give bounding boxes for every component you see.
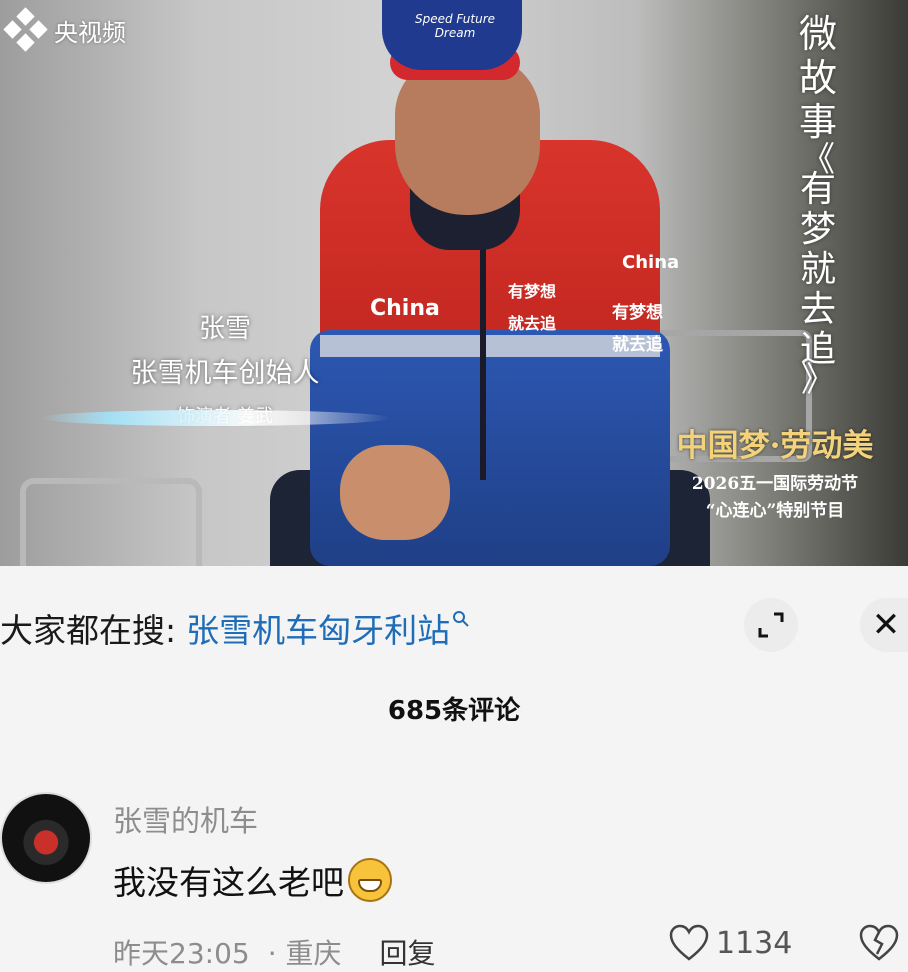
dislike-button[interactable] (858, 924, 900, 966)
jacket-text-dream-left: 有梦想 (508, 282, 557, 301)
jacket-text-china-right: China (622, 252, 680, 273)
channel-logo: 央视频 (3, 7, 126, 52)
comment-time: 昨天23:05 (113, 937, 250, 970)
event-line2: “心连心”特别节目 (705, 501, 845, 521)
reply-button[interactable]: 回复 (380, 932, 436, 972)
series-name-char: 去 (799, 289, 836, 330)
event-title: 中国梦·劳动美 (676, 428, 874, 464)
trending-search[interactable]: 大家都在搜: 张雪机车匈牙利站 (0, 604, 470, 652)
jacket-text-dream: 有梦想 (612, 303, 663, 323)
actor-figure: Speed Future Dream China 有梦想 就去追 China 有… (250, 0, 720, 566)
series-name-char: 《 (801, 140, 835, 180)
cap-text-line2: Dream (434, 26, 476, 40)
search-icon[interactable] (452, 609, 470, 633)
series-name-char: 梦 (799, 209, 836, 250)
series-name-char: 就 (799, 249, 836, 290)
close-button[interactable]: ✕ (860, 598, 908, 652)
role-title: 张雪机车创始人 (130, 358, 320, 389)
search-query-link[interactable]: 张雪机车匈牙利站 (186, 604, 450, 652)
broken-heart-icon (859, 924, 899, 961)
series-title: 微故事 (788, 12, 848, 144)
cap-text: Speed Future Dream (410, 12, 500, 40)
figure-hands (340, 445, 450, 540)
grinning-emoji-icon (348, 858, 392, 902)
jacket-text-chase: 就去追 (612, 335, 663, 355)
comment-count: 685条评论 (387, 696, 521, 726)
series-title-vertical: 微故事 《 有 梦 就 去 追 》 (788, 12, 848, 400)
role-name: 张雪 (198, 314, 251, 344)
close-icon: ✕ (871, 605, 901, 645)
like-button[interactable]: 1134 (668, 924, 792, 962)
channel-logo-text: 央视频 (54, 18, 126, 47)
comment-location: · 重庆 (267, 937, 342, 970)
video-player[interactable]: 央视频 Speed Future Dream China 有梦想 就去追 Chi… (0, 0, 908, 566)
jacket-text-chase-left: 就去追 (508, 314, 557, 333)
series-name-char: 有 (799, 169, 836, 210)
comment-meta: 昨天23:05 · 重庆 回复 (113, 932, 436, 972)
comment-username[interactable]: 张雪的机车 (113, 798, 258, 840)
caption-wave-decoration (40, 410, 390, 426)
search-prefix: 大家都在搜: (0, 611, 177, 650)
series-title-text: 微故事 (798, 12, 837, 144)
comment-body: 我没有这么老吧 (113, 863, 344, 902)
like-count: 1134 (716, 925, 793, 961)
series-name: 《 有 梦 就 去 追 》 (788, 140, 848, 400)
event-caption: 中国梦·劳动美 2026五一国际劳动节 “心连心”特别节目 (660, 420, 890, 521)
bench-armrest (20, 478, 202, 566)
expand-button[interactable] (744, 598, 798, 652)
comments-panel: 大家都在搜: 张雪机车匈牙利站 ✕ 685条评论 张雪的机车 我没有这么老吧 昨… (0, 566, 908, 970)
heart-icon (669, 924, 709, 961)
cctv-logo-icon (3, 7, 48, 52)
event-line1: 2026五一国际劳动节 (691, 474, 859, 494)
cap-text-line1: Speed Future (414, 12, 496, 26)
series-name-char: 》 (801, 360, 835, 400)
avatar[interactable] (0, 792, 92, 884)
comment-text: 我没有这么老吧 (113, 856, 392, 904)
expand-icon (758, 612, 784, 638)
